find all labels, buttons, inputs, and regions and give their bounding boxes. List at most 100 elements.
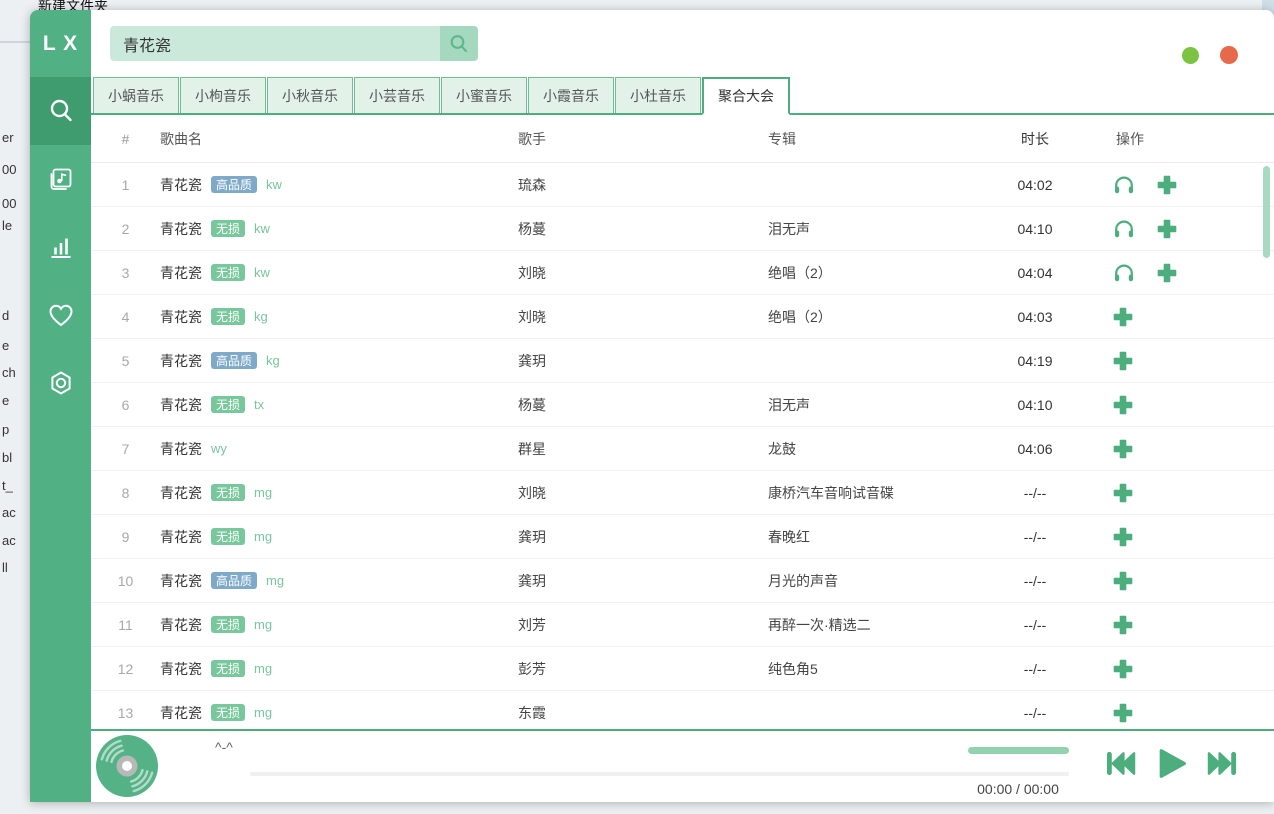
sidebar-nav — [30, 77, 91, 417]
album-disc-icon[interactable] — [95, 734, 159, 798]
table-row[interactable]: 7青花瓷wy群星龙鼓04:06 — [91, 427, 1274, 471]
source-tag: kg — [254, 309, 268, 324]
table-row[interactable]: 3青花瓷无损kw刘晓绝唱（2）04:04 — [91, 251, 1274, 295]
row-number: 13 — [91, 705, 160, 721]
tab-3[interactable]: 小秋音乐 — [267, 77, 353, 113]
table-row[interactable]: 4青花瓷无损kg刘晓绝唱（2）04:03 — [91, 295, 1274, 339]
tab-1[interactable]: 小蜗音乐 — [93, 77, 179, 113]
song-name: 青花瓷 — [160, 219, 202, 239]
row-number: 8 — [91, 485, 160, 501]
table-row[interactable]: 9青花瓷无损mg龚玥春晚红--/-- — [91, 515, 1274, 559]
song-name: 青花瓷 — [160, 659, 202, 679]
search-input[interactable] — [110, 26, 440, 61]
scrollbar-thumb[interactable] — [1263, 166, 1270, 258]
listen-button[interactable] — [1112, 217, 1136, 241]
sidebar-item-settings[interactable] — [30, 349, 91, 417]
background-text-fragment: e — [2, 393, 9, 408]
background-text-fragment: bl — [2, 450, 12, 465]
album-name: 春晚红 — [768, 527, 990, 547]
table-row[interactable]: 10青花瓷高品质mg龚玥月光的声音--/-- — [91, 559, 1274, 603]
add-button[interactable] — [1112, 350, 1134, 372]
time-display: 00:00 / 00:00 — [963, 781, 1073, 797]
tab-8[interactable]: 聚合大会 — [702, 77, 790, 115]
listen-button[interactable] — [1112, 173, 1136, 197]
duration: --/-- — [990, 573, 1080, 589]
add-button[interactable] — [1112, 438, 1134, 460]
song-name: 青花瓷 — [160, 307, 202, 327]
add-button[interactable] — [1112, 482, 1134, 504]
table-row[interactable]: 12青花瓷无损mg彭芳纯色角5--/-- — [91, 647, 1274, 691]
background-text-fragment: 00 — [2, 196, 16, 211]
duration: 04:10 — [990, 397, 1080, 413]
table-row[interactable]: 5青花瓷高品质kg龚玥04:19 — [91, 339, 1274, 383]
play-button[interactable] — [1154, 746, 1189, 781]
progress-bar[interactable] — [250, 772, 1069, 776]
sidebar-item-search[interactable] — [30, 77, 91, 145]
tab-6[interactable]: 小霞音乐 — [528, 77, 614, 113]
add-button[interactable] — [1112, 306, 1134, 328]
tab-7[interactable]: 小杜音乐 — [615, 77, 701, 113]
table-row[interactable]: 13青花瓷无损mg东霞--/-- — [91, 691, 1274, 729]
column-header-3: 歌手 — [518, 129, 768, 149]
quality-badge: 无损 — [211, 616, 245, 633]
table-row[interactable]: 2青花瓷无损kw杨蔓泪无声04:10 — [91, 207, 1274, 251]
singer-name: 刘芳 — [518, 615, 768, 635]
row-actions — [1080, 217, 1274, 241]
row-actions — [1080, 438, 1274, 460]
song-cell: 青花瓷无损kw — [160, 263, 518, 283]
tab-5[interactable]: 小蜜音乐 — [441, 77, 527, 113]
sidebar-item-favorites[interactable] — [30, 281, 91, 349]
column-header-4: 专辑 — [768, 129, 990, 149]
singer-name: 龚玥 — [518, 571, 768, 591]
add-button[interactable] — [1112, 526, 1134, 548]
bar-chart-icon — [47, 233, 75, 261]
quality-badge: 无损 — [211, 660, 245, 677]
previous-button[interactable] — [1105, 749, 1136, 778]
tab-4[interactable]: 小芸音乐 — [354, 77, 440, 113]
song-cell: 青花瓷无损mg — [160, 615, 518, 635]
add-button[interactable] — [1112, 658, 1134, 680]
row-number: 12 — [91, 661, 160, 677]
add-button[interactable] — [1156, 174, 1178, 196]
listen-button[interactable] — [1112, 261, 1136, 285]
singer-name: 刘晓 — [518, 307, 768, 327]
add-button[interactable] — [1112, 570, 1134, 592]
add-button[interactable] — [1156, 262, 1178, 284]
playback-controls — [1105, 746, 1238, 781]
close-button[interactable] — [1220, 46, 1238, 64]
add-button[interactable] — [1112, 702, 1134, 724]
quality-badge: 高品质 — [211, 176, 257, 193]
table-row[interactable]: 6青花瓷无损tx杨蔓泪无声04:10 — [91, 383, 1274, 427]
tab-2[interactable]: 小枸音乐 — [180, 77, 266, 113]
table-row[interactable]: 11青花瓷无损mg刘芳再醉一次·精选二--/-- — [91, 603, 1274, 647]
row-number: 5 — [91, 353, 160, 369]
volume-bar[interactable] — [968, 747, 1069, 754]
minimize-button[interactable] — [1182, 47, 1199, 64]
singer-name: 杨蔓 — [518, 219, 768, 239]
table-row[interactable]: 1青花瓷高品质kw琉森04:02 — [91, 163, 1274, 207]
row-actions — [1080, 658, 1274, 680]
row-number: 1 — [91, 177, 160, 193]
settings-icon — [46, 368, 76, 398]
song-name: 青花瓷 — [160, 527, 202, 547]
sidebar-item-music-list[interactable] — [30, 145, 91, 213]
add-button[interactable] — [1112, 614, 1134, 636]
background-text-fragment: p — [2, 422, 9, 437]
sidebar-item-ranking[interactable] — [30, 213, 91, 281]
next-button[interactable] — [1207, 749, 1238, 778]
search-button[interactable] — [440, 26, 478, 61]
duration: 04:03 — [990, 309, 1080, 325]
album-name: 再醉一次·精选二 — [768, 615, 990, 635]
row-actions — [1080, 261, 1274, 285]
add-button[interactable] — [1112, 394, 1134, 416]
song-name: 青花瓷 — [160, 483, 202, 503]
player-bar: ^-^ 00:00 / 00:00 — [91, 729, 1274, 802]
background-text-fragment: d — [2, 308, 9, 323]
add-button[interactable] — [1156, 218, 1178, 240]
song-table-body: 1青花瓷高品质kw琉森04:022青花瓷无损kw杨蔓泪无声04:103青花瓷无损… — [91, 163, 1274, 729]
song-cell: 青花瓷高品质kg — [160, 351, 518, 371]
album-name: 龙鼓 — [768, 439, 990, 459]
song-cell: 青花瓷无损tx — [160, 395, 518, 415]
duration: --/-- — [990, 529, 1080, 545]
table-row[interactable]: 8青花瓷无损mg刘晓康桥汽车音响试音碟--/-- — [91, 471, 1274, 515]
